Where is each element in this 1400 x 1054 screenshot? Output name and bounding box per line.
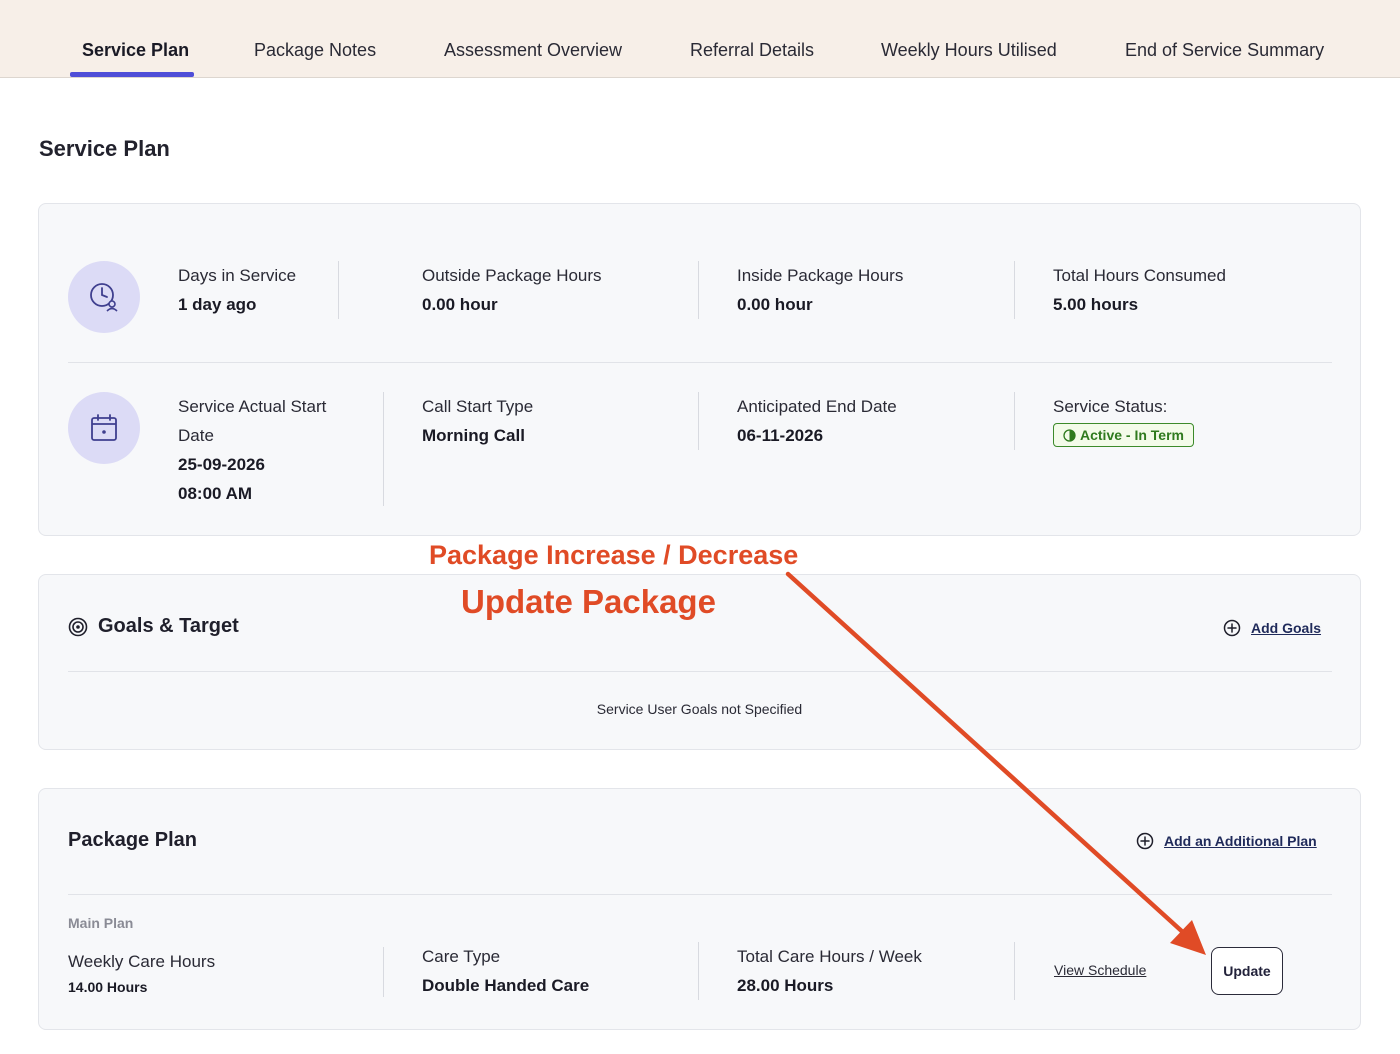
target-icon (68, 617, 88, 636)
total-hours-consumed-value: 5.00 hours (1053, 295, 1139, 314)
tab-service-plan[interactable]: Service Plan (82, 40, 189, 61)
weekly-care-hours-value: 14.00 Hours (68, 979, 148, 995)
active-tab-indicator (70, 72, 194, 77)
add-additional-plan-label: Add an Additional Plan (1164, 833, 1317, 849)
inside-package-hours-label: Inside Package Hours (737, 266, 904, 285)
tab-end-of-service-summary[interactable]: End of Service Summary (1125, 40, 1324, 61)
weekly-care-hours-label: Weekly Care Hours (68, 952, 216, 971)
service-status-label: Service Status: (1053, 397, 1168, 416)
divider (698, 261, 699, 319)
status-badge-text: Active - In Term (1080, 427, 1184, 443)
inside-package-hours: Inside Package Hours 0.00 hour (737, 261, 903, 319)
start-time-value: 08:00 AM (178, 484, 253, 503)
goals-divider (68, 671, 1332, 672)
package-divider (68, 894, 1332, 895)
start-date-label-line1: Service Actual Start (178, 397, 327, 416)
divider (338, 261, 339, 319)
days-in-service: Days in Service 1 day ago (178, 261, 296, 319)
days-in-service-label: Days in Service (178, 266, 297, 285)
divider (383, 947, 384, 997)
row-divider (68, 362, 1332, 363)
tab-package-notes[interactable]: Package Notes (254, 40, 376, 61)
care-type-value: Double Handed Care (422, 976, 590, 995)
service-stats-card: Days in Service 1 day ago Outside Packag… (38, 203, 1361, 536)
anticipated-end-date-label: Anticipated End Date (737, 397, 897, 416)
outside-package-hours-label: Outside Package Hours (422, 266, 602, 285)
total-care-hours-week: Total Care Hours / Week 28.00 Hours (737, 942, 922, 1000)
page-title: Service Plan (39, 136, 170, 161)
package-plan-title: Package Plan (68, 829, 197, 851)
add-goals-label: Add Goals (1251, 620, 1322, 636)
outside-package-hours: Outside Package Hours 0.00 hour (422, 261, 602, 319)
annotation-line2: Update Package (461, 583, 716, 620)
status-dot-icon (1063, 428, 1076, 442)
weekly-care-hours: Weekly Care Hours 14.00 Hours (68, 947, 215, 998)
care-type-label: Care Type (422, 947, 501, 966)
start-date-label-line2: Date (178, 426, 214, 445)
main-plan-subhead: Main Plan (68, 915, 134, 931)
total-hours-consumed-label: Total Hours Consumed (1053, 266, 1226, 285)
update-button[interactable]: Update (1211, 947, 1283, 995)
tab-assessment-overview[interactable]: Assessment Overview (444, 40, 622, 61)
goals-empty-text: Service User Goals not Specified (596, 701, 803, 717)
goals-heading: Goals & Target (68, 615, 239, 638)
days-in-service-value: 1 day ago (178, 295, 257, 314)
anticipated-end-date-value: 06-11-2026 (737, 426, 824, 445)
divider (698, 942, 699, 1000)
inside-package-hours-value: 0.00 hour (737, 295, 813, 314)
annotation-line1: Package Increase / Decrease (429, 540, 799, 570)
tab-referral-details[interactable]: Referral Details (690, 40, 814, 61)
total-care-hours-value: 28.00 Hours (737, 976, 834, 995)
view-schedule-link[interactable]: View Schedule (1054, 962, 1146, 978)
outside-package-hours-value: 0.00 hour (422, 295, 498, 314)
divider (383, 392, 384, 506)
tab-weekly-hours-utilised[interactable]: Weekly Hours Utilised (881, 40, 1057, 61)
anticipated-end-date: Anticipated End Date 06-11-2026 (737, 392, 897, 450)
plus-circle-icon (1223, 619, 1241, 637)
start-date-value: 25-09-2026 (178, 455, 265, 474)
divider (698, 392, 699, 450)
service-actual-start-date: Service Actual Start Date 25-09-2026 08:… (178, 392, 326, 508)
divider (1014, 392, 1015, 450)
package-plan-card: Package Plan Add an Additional Plan Main… (38, 788, 1361, 1030)
call-start-type: Call Start Type Morning Call (422, 392, 533, 450)
call-start-type-value: Morning Call (422, 426, 525, 445)
call-start-type-label: Call Start Type (422, 397, 534, 416)
service-status: Service Status: Active - In Term (1053, 392, 1194, 447)
divider (1014, 261, 1015, 319)
plus-circle-icon (1136, 832, 1154, 850)
calendar-icon (68, 392, 140, 464)
add-additional-plan-button[interactable]: Add an Additional Plan (1136, 832, 1317, 850)
status-badge: Active - In Term (1053, 423, 1194, 447)
tab-bar: Service Plan Package Notes Assessment Ov… (0, 0, 1400, 78)
total-hours-consumed: Total Hours Consumed 5.00 hours (1053, 261, 1226, 319)
care-type: Care Type Double Handed Care (422, 942, 589, 1000)
total-care-hours-label: Total Care Hours / Week (737, 947, 922, 966)
clock-user-icon (68, 261, 140, 333)
divider (1014, 942, 1015, 1000)
add-goals-button[interactable]: Add Goals (1223, 619, 1321, 637)
goals-title: Goals & Target (98, 615, 239, 637)
